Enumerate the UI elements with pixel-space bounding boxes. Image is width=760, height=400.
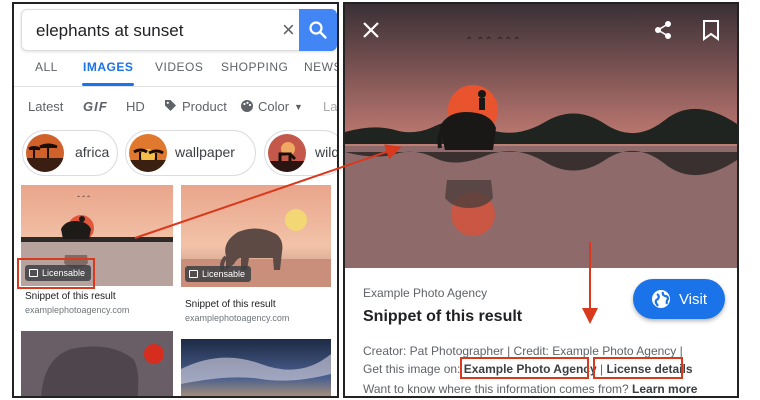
- result-image-3[interactable]: [21, 331, 173, 396]
- close-icon[interactable]: [361, 20, 381, 45]
- chip-wild[interactable]: wild: [264, 130, 339, 176]
- image-detail-screen: ⌃ ⌃⌃ ⌃⌃⌃ Example Photo Agency Snippet of…: [343, 2, 739, 398]
- info-source-line: Want to know where this information come…: [363, 382, 697, 396]
- chip-label: wallpaper: [175, 144, 235, 160]
- visit-button[interactable]: Visit: [633, 279, 725, 319]
- chip-wallpaper[interactable]: wallpaper: [125, 130, 256, 176]
- result-title-1[interactable]: Snippet of this result: [25, 291, 116, 302]
- svg-text:⌃ ⌃⌃ ⌃⌃⌃: ⌃ ⌃⌃ ⌃⌃⌃: [465, 36, 521, 47]
- result-title-2[interactable]: Snippet of this result: [185, 299, 276, 310]
- source-name: Example Photo Agency: [363, 286, 488, 300]
- search-bar[interactable]: elephants at sunset ×: [21, 9, 337, 51]
- result-title[interactable]: Snippet of this result: [363, 308, 522, 326]
- bookmark-icon[interactable]: [702, 19, 720, 46]
- agency-highlight-box: [460, 357, 589, 379]
- filter-latest[interactable]: Latest: [28, 99, 63, 114]
- search-tabs: ALL IMAGES VIDEOS SHOPPING NEWS: [14, 52, 337, 86]
- chip-thumbnail: [129, 134, 167, 172]
- clear-icon[interactable]: ×: [282, 17, 295, 43]
- search-input[interactable]: elephants at sunset: [36, 21, 183, 41]
- tab-videos[interactable]: VIDEOS: [155, 60, 203, 74]
- result-image-2[interactable]: Licensable: [181, 185, 331, 287]
- image-icon: [189, 270, 198, 278]
- globe-icon: [651, 290, 670, 308]
- filter-product[interactable]: Product: [182, 99, 227, 114]
- tab-all[interactable]: ALL: [35, 60, 58, 74]
- result-site-1[interactable]: examplephotoagency.com: [25, 305, 129, 315]
- svg-text:⌃⌃⌃: ⌃⌃⌃: [76, 195, 91, 202]
- licensable-highlight-box: [17, 258, 95, 289]
- search-button[interactable]: [299, 9, 337, 51]
- tag-icon: [164, 99, 177, 115]
- chip-africa[interactable]: africa: [22, 130, 118, 176]
- divider: [14, 86, 337, 87]
- palette-icon: [240, 99, 254, 116]
- info-source-label: Want to know where this information come…: [363, 382, 629, 396]
- learn-more-link[interactable]: Learn more: [632, 382, 697, 396]
- filter-more[interactable]: La: [323, 99, 337, 114]
- credit-line: Creator: Pat Photographer | Credit: Exam…: [363, 344, 683, 358]
- license-highlight-box: [593, 357, 683, 379]
- tab-news[interactable]: NEWS: [304, 60, 337, 74]
- detail-image[interactable]: ⌃ ⌃⌃ ⌃⌃⌃: [345, 4, 737, 268]
- result-site-2[interactable]: examplephotoagency.com: [185, 313, 289, 323]
- search-results-screen: elephants at sunset × ALL IMAGES VIDEOS …: [12, 2, 339, 398]
- chip-thumbnail: [26, 134, 64, 172]
- result-image-4[interactable]: [181, 339, 331, 396]
- chip-thumbnail: [268, 134, 306, 172]
- filter-color[interactable]: Color: [258, 99, 289, 114]
- share-icon[interactable]: [653, 20, 673, 45]
- tab-images[interactable]: IMAGES: [83, 60, 133, 74]
- tab-shopping[interactable]: SHOPPING: [221, 60, 288, 74]
- badge-label: Licensable: [202, 269, 246, 279]
- visit-label: Visit: [678, 290, 708, 308]
- filter-gif[interactable]: GIF: [83, 99, 108, 114]
- filter-bar: Latest GIF HD Product Color ▼ La: [14, 96, 337, 118]
- chip-label: africa: [75, 144, 110, 160]
- chip-label: wild: [315, 144, 339, 160]
- chevron-down-icon: ▼: [294, 102, 303, 112]
- search-icon: [309, 21, 327, 39]
- licensable-badge: Licensable: [185, 266, 252, 282]
- get-image-label: Get this image on:: [363, 362, 461, 376]
- filter-hd[interactable]: HD: [126, 99, 145, 114]
